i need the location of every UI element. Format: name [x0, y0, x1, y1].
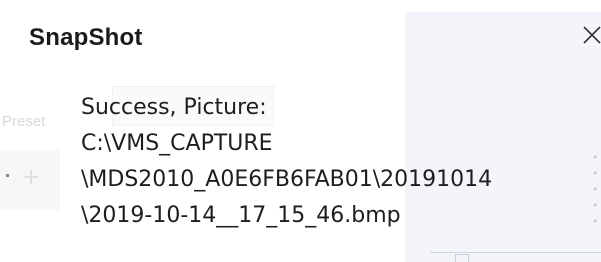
close-icon: [583, 26, 601, 44]
background-preset-label: Preset: [2, 113, 46, 130]
message-line: \2019-10-14__17_15_46.bmp: [81, 203, 401, 228]
background-side-marks: • • • • •: [592, 151, 599, 228]
snapshot-dialog: Preset + • • • • • SnapShot Success, Picture…: [0, 0, 601, 262]
background-divider: [430, 252, 601, 253]
dialog-title: SnapShot: [29, 24, 143, 51]
close-button[interactable]: [580, 18, 601, 48]
background-plus-icon: +: [22, 165, 41, 190]
message-line: C:\VMS_CAPTURE: [81, 131, 273, 156]
background-checkbox: [455, 254, 469, 262]
message-line: Success, Picture:: [81, 95, 267, 120]
dialog-message: Success, Picture: C:\VMS_CAPTURE \MDS201…: [81, 90, 492, 234]
background-dot: [6, 174, 9, 177]
message-line: \MDS2010_A0E6FB6FAB01\20191014: [81, 167, 493, 192]
